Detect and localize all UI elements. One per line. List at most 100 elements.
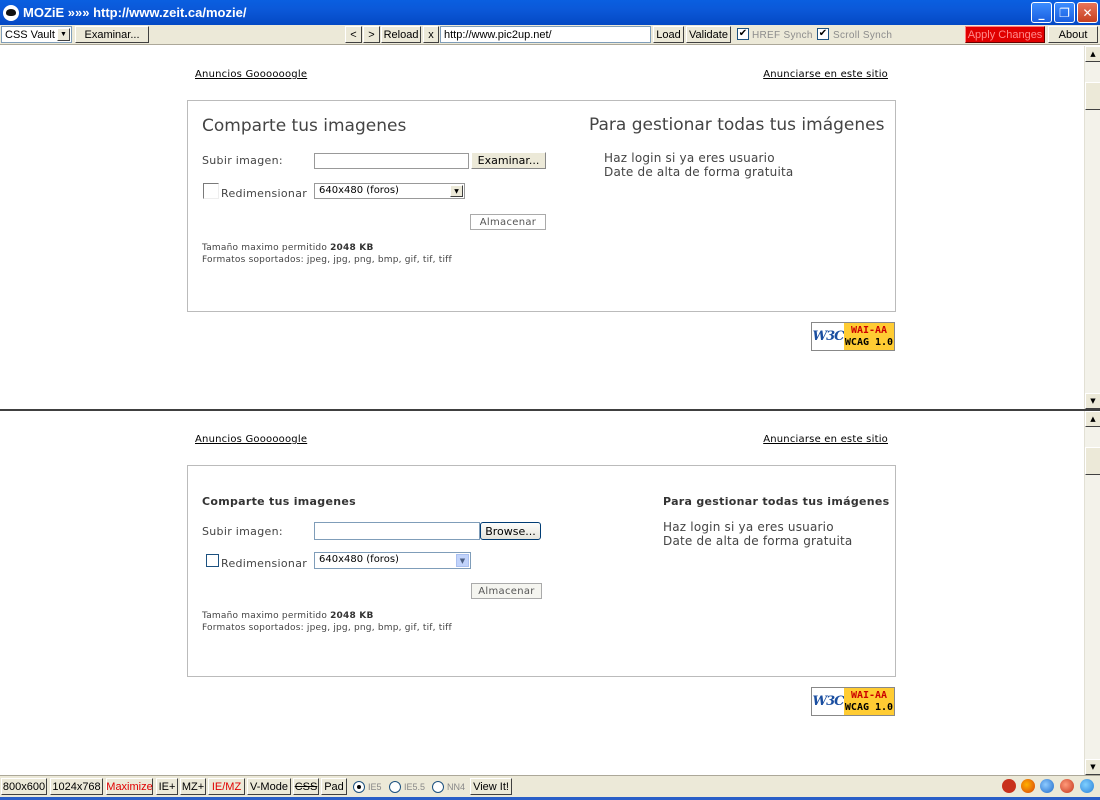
size-800x600-button[interactable]: 800x600 [1,778,47,795]
clear-url-button[interactable]: x [423,26,439,43]
close-button[interactable]: ✕ [1077,2,1098,23]
minimize-button[interactable]: _ [1031,2,1052,23]
apply-changes-button[interactable]: Apply Changes [965,26,1045,43]
url-input[interactable] [440,26,651,43]
advertise-link[interactable]: Anunciarse en este sitio [763,69,888,80]
max-size-label: Tamaño maximo permitido [202,243,328,253]
scroll-synch-label: Scroll Synch [833,30,893,41]
size-1024x768-button[interactable]: 1024x768 [50,778,103,795]
chevron-down-icon: ▼ [456,554,469,567]
resize-size-value: 640x480 (foros) [319,554,399,565]
vmode-button[interactable]: V-Mode [247,778,291,795]
browse-button[interactable]: Examinar... [75,26,149,43]
ads-google-link[interactable]: Anuncios Goooooogle [195,69,307,80]
ie-mz-button[interactable]: IE/MZ [208,778,245,795]
ie55-radio[interactable] [389,781,401,793]
scroll-up-arrow-icon[interactable]: ▲ [1085,46,1100,62]
ie-plus-button[interactable]: IE+ [156,778,178,795]
ie5-radio-label: IE5 [368,782,382,792]
resize-checkbox[interactable] [206,554,219,567]
scroll-thumb[interactable] [1085,447,1100,475]
wai-level: WAI-AA [850,689,888,701]
chevron-down-icon: ▼ [450,185,463,197]
pad-button[interactable]: Pad [321,778,347,795]
advertise-link[interactable]: Anunciarse en este sitio [763,434,888,445]
ie5-radio[interactable] [353,781,365,793]
scroll-up-arrow-icon[interactable]: ▲ [1085,411,1100,427]
store-button[interactable]: Almacenar [470,214,546,230]
nn4-radio-label: NN4 [447,782,466,792]
scroll-thumb[interactable] [1085,82,1100,110]
w3c-wai-badge[interactable]: W3C WAI-AA WCAG 1.0 [811,322,895,351]
about-button[interactable]: About [1048,26,1098,43]
w3c-logo: W3C [812,688,845,715]
window-titlebar: MOZiE »»» http://www.zeit.ca/mozie/ _ ❐ … [0,0,1100,25]
supported-formats: Formatos soportados: jpeg, jpg, png, bmp… [202,255,452,265]
maximize-view-button[interactable]: Maximize [106,778,153,795]
login-link[interactable]: Haz login si ya eres usuario [604,151,775,165]
wcag-version: WCAG 1.0 [844,701,894,713]
preview-pane-bottom: Anuncios Goooooogle Anunciarse en este s… [0,411,1100,775]
href-synch-checkbox[interactable]: ✔ [737,28,749,40]
mozie-app-icon [3,4,19,21]
wai-level: WAI-AA [850,324,888,336]
mozie-tray-icon[interactable] [1002,779,1016,793]
scroll-down-arrow-icon[interactable]: ▼ [1085,393,1100,409]
upload-file-input[interactable] [314,522,480,540]
upload-limits-note: Tamaño maximo permitido 2048 KB Formatos… [202,610,452,634]
resize-size-select[interactable]: 640x480 (foros) ▼ [314,183,465,199]
upload-file-input[interactable] [314,153,469,169]
chevron-down-icon: ▼ [57,28,70,41]
file-browse-button[interactable]: Examinar... [471,152,546,169]
top-pane-scrollbar[interactable]: ▲ ▼ [1084,46,1100,409]
opera-icon[interactable] [1060,779,1074,793]
supported-formats: Formatos soportados: jpeg, jpg, png, bmp… [202,623,452,633]
reload-button[interactable]: Reload [381,26,421,43]
window-controls: _ ❐ ✕ [1031,2,1098,23]
manage-heading: Para gestionar todas tus imágenes [589,115,885,135]
ie-icon[interactable] [1040,779,1054,793]
ie55-radio-label: IE5.5 [404,782,426,792]
upload-limits-note: Tamaño maximo permitido 2048 KB Formatos… [202,242,452,266]
main-toolbar: CSS Vault ▼ Examinar... < > Reload x Loa… [0,25,1100,45]
resize-size-select[interactable]: 640x480 (foros) ▼ [314,552,471,569]
mz-plus-button[interactable]: MZ+ [180,778,206,795]
ads-google-link[interactable]: Anuncios Goooooogle [195,434,307,445]
css-vault-select[interactable]: CSS Vault ▼ [1,26,72,43]
login-link[interactable]: Haz login si ya eres usuario [663,520,834,534]
upload-image-label: Subir imagen: [202,525,283,538]
scroll-synch-checkbox[interactable]: ✔ [817,28,829,40]
load-button[interactable]: Load [653,26,684,43]
max-size-value: 2048 KB [330,611,374,621]
validate-button[interactable]: Validate [686,26,731,43]
wai-aa-label: WAI-AA WCAG 1.0 [844,688,894,715]
forward-button[interactable]: > [363,26,380,43]
account-links: Haz login si ya eres usuario Date de alt… [663,520,852,548]
wai-aa-label: WAI-AA WCAG 1.0 [844,323,894,350]
max-size-label: Tamaño maximo permitido [202,611,328,621]
w3c-wai-badge[interactable]: W3C WAI-AA WCAG 1.0 [811,687,895,716]
signup-link[interactable]: Date de alta de forma gratuita [604,165,793,179]
resize-size-value: 640x480 (foros) [319,185,399,196]
bottom-pane-scrollbar[interactable]: ▲ ▼ [1084,411,1100,775]
css-vault-select-value: CSS Vault [5,28,55,41]
signup-link[interactable]: Date de alta de forma gratuita [663,534,852,548]
max-size-value: 2048 KB [330,243,374,253]
firefox-icon[interactable] [1021,779,1035,793]
manage-heading: Para gestionar todas tus imágenes [663,495,890,508]
scroll-down-arrow-icon[interactable]: ▼ [1085,759,1100,775]
resize-checkbox[interactable] [203,183,219,199]
wcag-version: WCAG 1.0 [844,336,894,348]
view-it-button[interactable]: View It! [470,778,512,795]
nn4-radio[interactable] [432,781,444,793]
back-button[interactable]: < [345,26,362,43]
upload-heading: Comparte tus imagenes [202,495,356,508]
css-toggle-button[interactable]: CSS [293,778,319,795]
maximize-button[interactable]: ❐ [1054,2,1075,23]
href-synch-label: HREF Synch [752,30,813,41]
store-button[interactable]: Almacenar [471,583,542,599]
resize-label: Redimensionar [221,557,308,570]
resize-label: Redimensionar [221,187,308,200]
network-icon[interactable] [1080,779,1094,793]
file-browse-button[interactable]: Browse... [480,522,541,540]
